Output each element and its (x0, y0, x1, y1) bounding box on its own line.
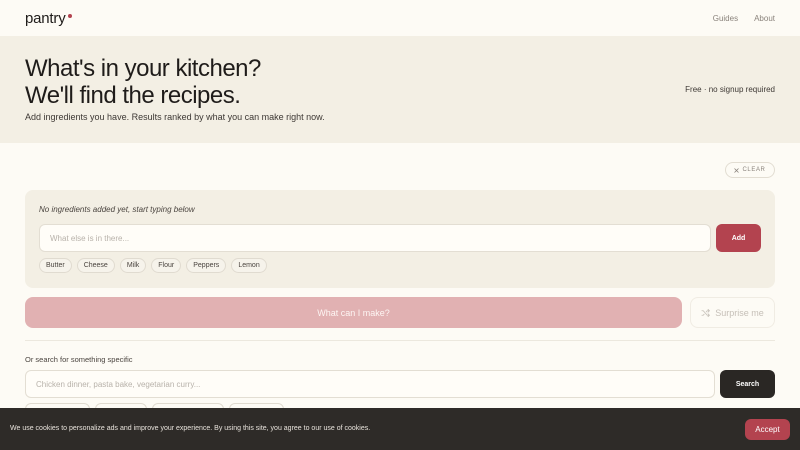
ingredient-panel: No ingredients added yet, start typing b… (25, 190, 775, 288)
hero-title-line-1: What's in your kitchen? (25, 55, 261, 82)
hero-section: What's in your kitchen? We'll find the r… (0, 36, 800, 143)
shuffle-icon (701, 308, 711, 317)
cookie-banner: We use cookies to personalize ads and im… (0, 408, 800, 450)
add-ingredient-button[interactable]: Add (716, 224, 761, 252)
divider (25, 340, 775, 341)
logo-dot-icon (67, 13, 72, 18)
free-note: Free · no signup required (685, 85, 775, 94)
ingredient-input[interactable] (39, 224, 711, 252)
recipe-search-input[interactable] (25, 370, 715, 398)
logo-text: pantry (25, 9, 66, 27)
chip-peppers[interactable]: Peppers (186, 258, 227, 273)
quick-ingredient-chips: Butter Cheese Milk Flour Peppers Lemon (39, 258, 267, 273)
surprise-me-button[interactable]: Surprise me (690, 297, 775, 328)
chip-cheese[interactable]: Cheese (76, 258, 115, 273)
chip-milk[interactable]: Milk (119, 258, 147, 273)
nav-link-guides[interactable]: Guides (713, 14, 738, 23)
chip-flour[interactable]: Flour (151, 258, 182, 273)
clear-button-label: CLEAR (742, 167, 766, 173)
accept-cookies-button[interactable]: Accept (745, 419, 790, 440)
what-can-i-make-button[interactable]: What can I make? (25, 297, 682, 328)
nav-link-about[interactable]: About (754, 14, 775, 23)
chip-butter[interactable]: Butter (39, 258, 72, 273)
hero-title-line-2: We'll find the recipes. (25, 82, 241, 109)
logo[interactable]: pantry (25, 10, 72, 27)
nav-links: Guides About (713, 14, 775, 23)
top-nav: pantry Guides About (0, 0, 800, 36)
close-icon (734, 167, 740, 173)
search-button[interactable]: Search (720, 370, 775, 398)
empty-ingredients-message: No ingredients added yet, start typing b… (39, 205, 195, 214)
search-label: Or search for something specific (25, 355, 133, 364)
surprise-me-label: Surprise me (715, 307, 764, 318)
chip-lemon[interactable]: Lemon (231, 258, 267, 273)
hero-title: What's in your kitchen? We'll find the r… (25, 55, 261, 109)
clear-button[interactable]: CLEAR (725, 162, 775, 178)
cookie-message: We use cookies to personalize ads and im… (10, 425, 371, 432)
hero-subtitle: Add ingredients you have. Results ranked… (25, 112, 325, 122)
